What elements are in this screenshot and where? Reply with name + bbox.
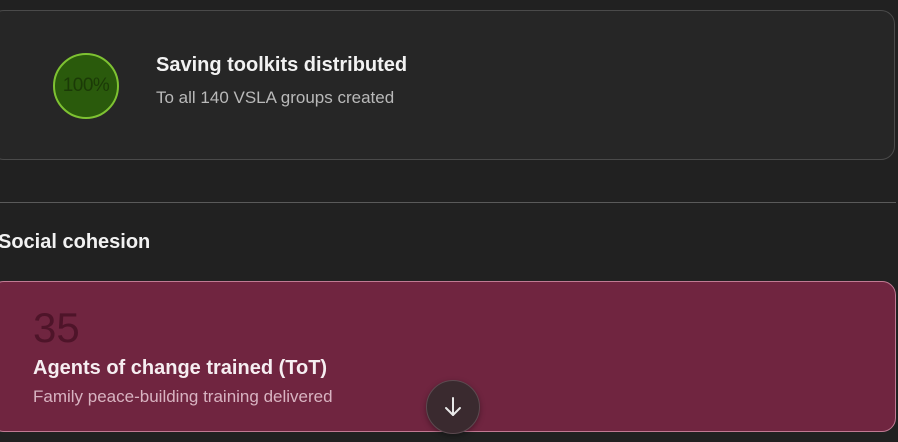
card-title: Saving toolkits distributed (156, 54, 408, 76)
percent-label: 100% (62, 75, 110, 96)
section-divider (0, 202, 896, 203)
stat-card-saving-toolkits: 100% Saving toolkits distributed To all … (0, 10, 895, 160)
page: 100% Saving toolkits distributed To all … (0, 0, 898, 442)
scroll-down-button[interactable] (426, 380, 480, 434)
card-title: Agents of change trained (ToT) (33, 357, 328, 379)
card-subtitle: To all 140 VSLA groups created (156, 88, 395, 107)
section-heading: Social cohesion (0, 231, 151, 253)
stat-number: 35 (33, 304, 80, 351)
card-subtitle: Family peace-building training delivered (33, 387, 333, 406)
percent-badge: 100% (53, 53, 119, 119)
arrow-down-icon (443, 396, 463, 418)
